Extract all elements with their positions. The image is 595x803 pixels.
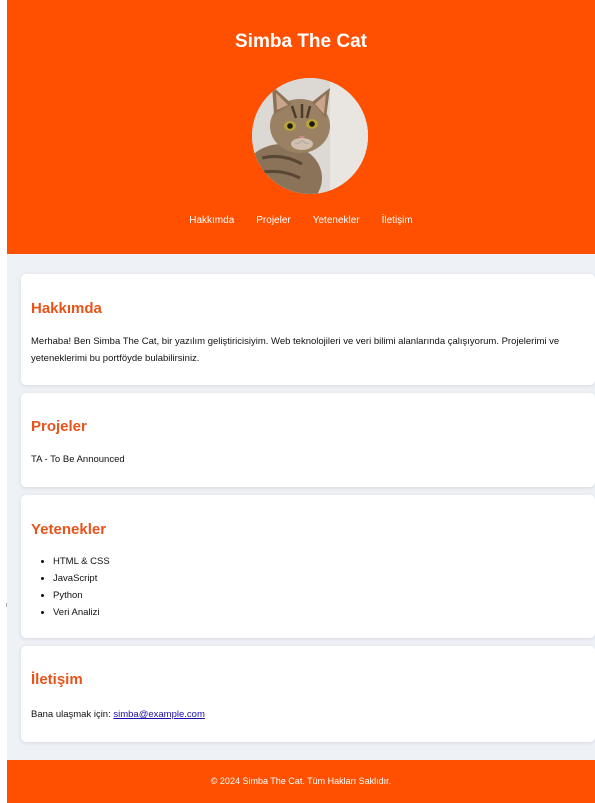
about-heading: Hakkımda: [31, 300, 102, 317]
contact-heading: İletişim: [31, 671, 83, 688]
skill-item: Veri Analizi: [53, 604, 110, 621]
nav-link-about[interactable]: Hakkımda: [189, 215, 234, 226]
main-content: Hakkımda Merhaba! Ben Simba The Cat, bir…: [7, 254, 595, 760]
page-edge: [0, 0, 7, 803]
site-header: Simba The Cat Hakkımda Projeler Yetenekl…: [7, 0, 595, 254]
skill-item: HTML & CSS: [53, 553, 110, 570]
about-text: Merhaba! Ben Simba The Cat, bir yazılım …: [31, 336, 560, 364]
contact-section: İletişim Bana ulaşmak için: simba@exampl…: [21, 646, 595, 742]
site-title: Simba The Cat: [235, 31, 367, 52]
nav-link-skills[interactable]: Yetenekler: [313, 215, 360, 226]
footer-text: © 2024 Simba The Cat. Tüm Hakları Saklıd…: [210, 776, 392, 786]
email-link[interactable]: simba@example.com: [113, 709, 204, 720]
skill-item: JavaScript: [53, 570, 110, 587]
contact-text: Bana ulaşmak için: simba@example.com: [31, 706, 205, 723]
skill-item: Python: [53, 587, 110, 604]
contact-prefix: Bana ulaşmak için:: [31, 709, 111, 720]
site-footer: © 2024 Simba The Cat. Tüm Hakları Saklıd…: [7, 760, 595, 803]
projects-text: TA - To Be Announced: [31, 454, 125, 465]
nav-link-projects[interactable]: Projeler: [256, 215, 290, 226]
skills-section: Yetenekler HTML & CSS JavaScript Python …: [21, 495, 595, 638]
skills-heading: Yetenekler: [31, 521, 107, 538]
about-section: Hakkımda Merhaba! Ben Simba The Cat, bir…: [21, 274, 595, 385]
projects-section: Projeler TA - To Be Announced: [21, 393, 595, 487]
nav-link-contact[interactable]: İletişim: [382, 215, 413, 226]
projects-heading: Projeler: [31, 418, 87, 435]
main-nav: Hakkımda Projeler Yetenekler İletişim: [7, 215, 595, 226]
cat-photo-icon: [252, 78, 368, 194]
avatar: [252, 78, 368, 194]
skills-list: HTML & CSS JavaScript Python Veri Analiz…: [31, 553, 110, 621]
